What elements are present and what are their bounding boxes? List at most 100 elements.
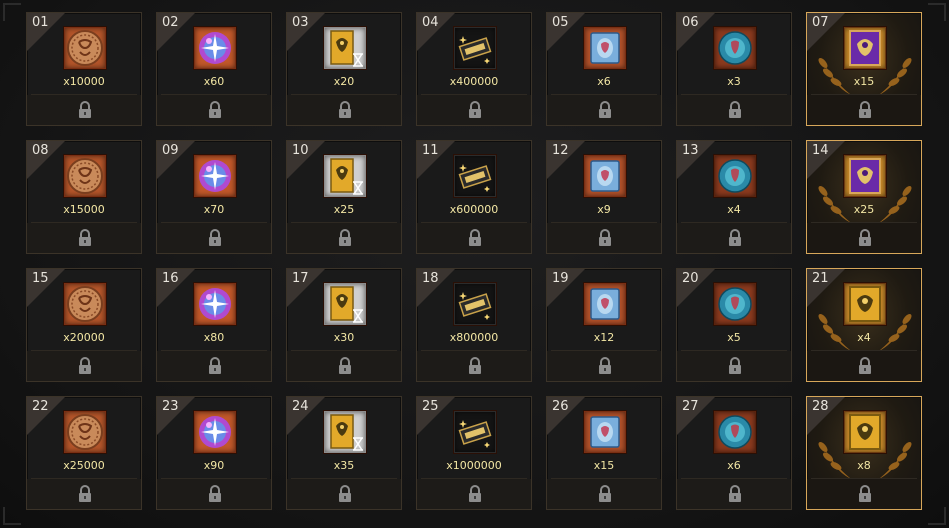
hourglass-card-icon	[324, 155, 366, 197]
divider	[681, 350, 787, 351]
divider	[551, 478, 657, 479]
reward-slot[interactable]: 10 x25	[286, 140, 402, 254]
lock-icon	[78, 229, 92, 247]
divider	[291, 478, 397, 479]
divider	[811, 94, 917, 95]
divider	[31, 222, 137, 223]
corner-ornament-bottom-right	[928, 507, 946, 525]
divider	[551, 222, 657, 223]
lock-icon	[78, 357, 92, 375]
divider	[31, 478, 137, 479]
item-quantity: x35	[333, 459, 355, 472]
divider	[161, 350, 267, 351]
teal-shell-icon	[714, 27, 756, 69]
reward-slot[interactable]: 04 x400000	[416, 12, 532, 126]
lock-icon	[858, 485, 872, 503]
crystal-orb-icon	[194, 155, 236, 197]
slot-index: 13	[682, 143, 699, 158]
lock-icon	[728, 485, 742, 503]
slot-index: 03	[292, 15, 309, 30]
gold-ticket-icon	[454, 27, 496, 69]
lock-icon	[468, 101, 482, 119]
divider	[161, 478, 267, 479]
reward-slot[interactable]: 28 x8	[806, 396, 922, 510]
reward-slot[interactable]: 03 x20	[286, 12, 402, 126]
divider	[291, 222, 397, 223]
reward-slot[interactable]: 20 x5	[676, 268, 792, 382]
reward-slot[interactable]: 14 x25	[806, 140, 922, 254]
reward-slot[interactable]: 07 x15	[806, 12, 922, 126]
lock-icon	[208, 485, 222, 503]
hourglass-card-icon	[324, 411, 366, 453]
item-quantity: x8	[857, 459, 871, 472]
teal-shell-icon	[714, 283, 756, 325]
corner-ornament-top-right	[928, 3, 946, 21]
reward-slot[interactable]: 09 x70	[156, 140, 272, 254]
reward-slot[interactable]: 24 x35	[286, 396, 402, 510]
slot-index: 05	[552, 15, 569, 30]
lock-icon	[468, 229, 482, 247]
item-quantity: x12	[593, 331, 615, 344]
lock-icon	[598, 229, 612, 247]
blue-scroll-icon	[584, 283, 626, 325]
lock-icon	[728, 229, 742, 247]
lock-icon	[858, 357, 872, 375]
slot-index: 27	[682, 399, 699, 414]
reward-slot[interactable]: 27 x6	[676, 396, 792, 510]
reward-slot[interactable]: 18 x800000	[416, 268, 532, 382]
reward-slot[interactable]: 02 x60	[156, 12, 272, 126]
gold-ticket-icon	[454, 155, 496, 197]
item-quantity: x3	[727, 75, 741, 88]
item-quantity: x60	[203, 75, 225, 88]
slot-index: 28	[812, 399, 829, 414]
reward-slot[interactable]: 16 x80	[156, 268, 272, 382]
reward-slot[interactable]: 15 x20000	[26, 268, 142, 382]
reward-slot[interactable]: 12 x9	[546, 140, 662, 254]
slot-index: 01	[32, 15, 49, 30]
divider	[551, 350, 657, 351]
slot-index: 19	[552, 271, 569, 286]
reward-slot[interactable]: 08 x15000	[26, 140, 142, 254]
divider	[421, 222, 527, 223]
reward-slot[interactable]: 17 x30	[286, 268, 402, 382]
crystal-orb-icon	[194, 411, 236, 453]
slot-index: 10	[292, 143, 309, 158]
reward-slot[interactable]: 06 x3	[676, 12, 792, 126]
divider	[161, 94, 267, 95]
divider	[421, 350, 527, 351]
blue-scroll-icon	[584, 155, 626, 197]
slot-index: 25	[422, 399, 439, 414]
item-quantity: x70	[203, 203, 225, 216]
gold-card-icon	[844, 411, 886, 453]
reward-slot[interactable]: 21 x4	[806, 268, 922, 382]
reward-slot[interactable]: 01 x10000	[26, 12, 142, 126]
purple-card-icon	[844, 155, 886, 197]
reward-slot[interactable]: 25 x1000000	[416, 396, 532, 510]
reward-slot[interactable]: 22 x25000	[26, 396, 142, 510]
divider	[31, 94, 137, 95]
gold-ticket-icon	[454, 283, 496, 325]
divider	[681, 222, 787, 223]
lock-icon	[858, 229, 872, 247]
divider	[811, 478, 917, 479]
divider	[421, 94, 527, 95]
corner-ornament-bottom-left	[3, 507, 21, 525]
slot-index: 23	[162, 399, 179, 414]
slot-index: 17	[292, 271, 309, 286]
slot-index: 07	[812, 15, 829, 30]
divider	[161, 222, 267, 223]
corner-ornament-top-left	[3, 3, 21, 21]
reward-slot[interactable]: 23 x90	[156, 396, 272, 510]
reward-slot[interactable]: 19 x12	[546, 268, 662, 382]
item-quantity: x1000000	[446, 459, 502, 472]
slot-index: 04	[422, 15, 439, 30]
reward-slot[interactable]: 26 x15	[546, 396, 662, 510]
lock-icon	[598, 485, 612, 503]
reward-slot[interactable]: 05 x6	[546, 12, 662, 126]
reward-slot[interactable]: 11 x600000	[416, 140, 532, 254]
gold-ticket-icon	[454, 411, 496, 453]
item-quantity: x80	[203, 331, 225, 344]
slot-index: 08	[32, 143, 49, 158]
reward-slot[interactable]: 13 x4	[676, 140, 792, 254]
item-quantity: x400000	[449, 75, 499, 88]
